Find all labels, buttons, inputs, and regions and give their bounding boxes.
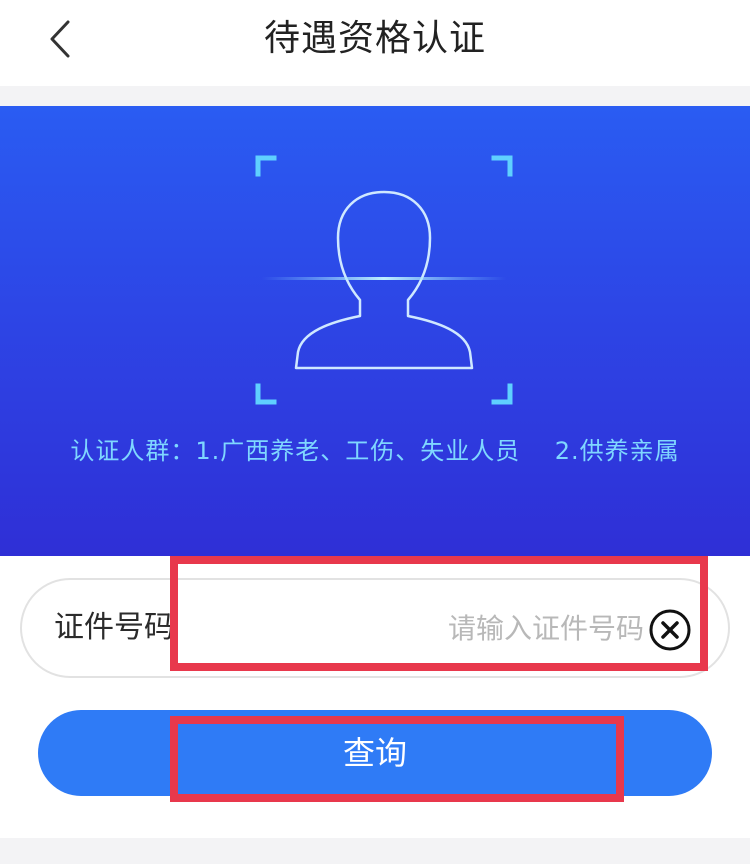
- clear-circle-icon: [649, 609, 691, 651]
- id-number-label: 证件号码: [54, 610, 174, 645]
- face-scan-icon: [255, 155, 513, 405]
- form-area: 证件号码 查询: [0, 556, 750, 838]
- banner-caption: 认证人群：1.广西养老、工伤、失业人员 2.供养亲属: [70, 437, 680, 465]
- id-number-input[interactable]: [192, 600, 644, 656]
- page-title: 待遇资格认证: [263, 18, 486, 59]
- face-auth-banner: 认证人群：1.广西养老、工伤、失业人员 2.供养亲属: [0, 106, 750, 556]
- clear-input-button[interactable]: [648, 608, 692, 652]
- query-button[interactable]: 查询: [38, 710, 712, 796]
- id-number-field: 证件号码: [20, 578, 730, 678]
- header-bar: 待遇资格认证: [0, 0, 750, 86]
